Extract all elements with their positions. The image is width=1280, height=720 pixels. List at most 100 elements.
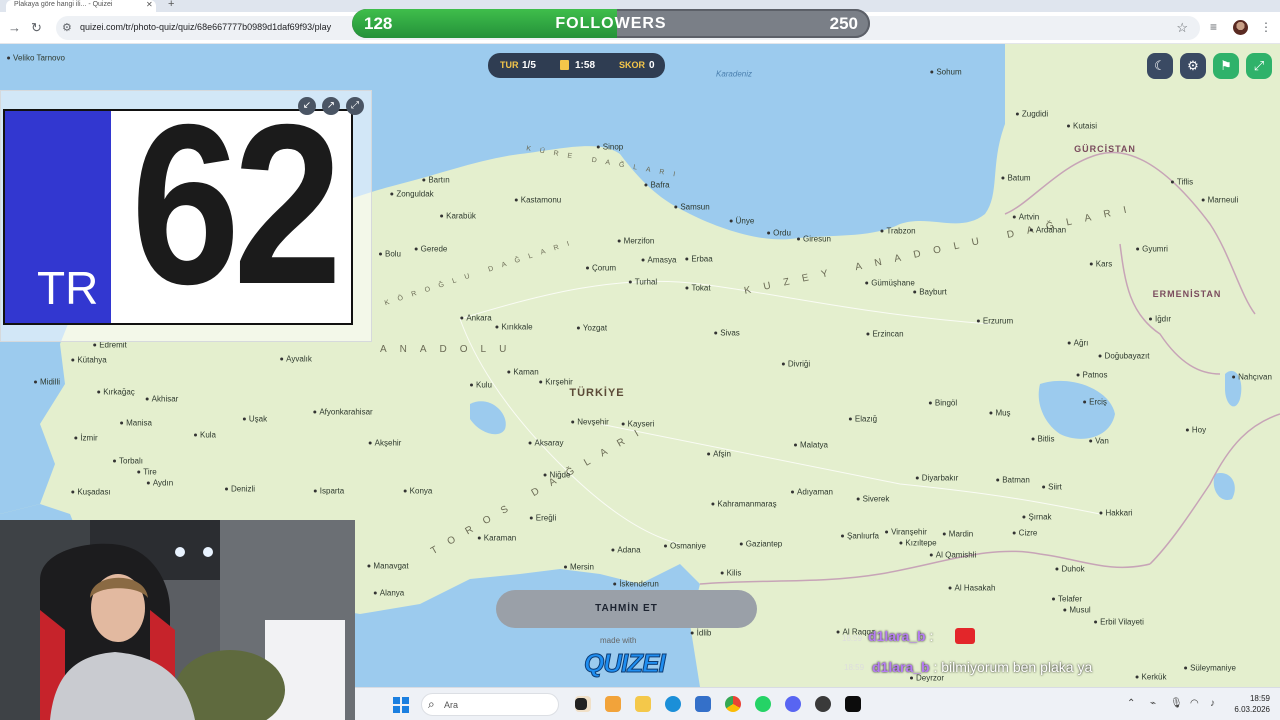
maximize-icon[interactable]: ⤢ xyxy=(346,97,364,115)
menu-kebab-icon[interactable]: ⋮ xyxy=(1260,20,1272,34)
city-label: İzmir xyxy=(74,434,97,443)
city-label: Ankara xyxy=(460,314,491,323)
city-label: Doğubayazıt xyxy=(1099,352,1150,361)
wifi-icon[interactable]: ◠ xyxy=(1190,698,1199,709)
city-label: Konya xyxy=(404,487,433,496)
city-label: Divriği xyxy=(782,360,810,369)
city-label: Akşehir xyxy=(369,439,402,448)
city-label: Artvin xyxy=(1013,213,1039,222)
chat-emote xyxy=(955,628,975,644)
site-info-icon[interactable]: ⚙ xyxy=(62,21,72,34)
city-label: Nahçıvan xyxy=(1232,373,1272,382)
tab-title: Plakaya göre hangi ili... - Quizei xyxy=(14,1,113,8)
city-label: Al Qamishli xyxy=(930,551,976,560)
city-label: Şırnak xyxy=(1022,513,1051,522)
network-icon[interactable]: ⌁ xyxy=(1150,698,1156,709)
city-label: Bingöl xyxy=(929,399,957,408)
store-icon[interactable] xyxy=(695,696,711,712)
chrome-icon[interactable] xyxy=(725,696,741,712)
city-label: Bafra xyxy=(644,181,669,190)
webcam-overlay xyxy=(0,520,355,720)
city-label: Niğde xyxy=(544,471,571,480)
city-label: Akhisar xyxy=(146,395,179,404)
quizei-logo[interactable]: QUIZEI xyxy=(584,648,667,679)
bookmark-star-icon[interactable]: ☆ xyxy=(1176,20,1188,36)
city-label: Musul xyxy=(1063,606,1090,615)
copilot-icon[interactable] xyxy=(605,696,621,712)
terminal-icon[interactable] xyxy=(845,696,861,712)
city-label: Adana xyxy=(611,546,640,555)
chat-message: d1lara_b : bilmiyorum ben plaka ya xyxy=(872,659,1092,675)
city-label: Alanya xyxy=(374,589,404,598)
round-label: TUR xyxy=(500,60,519,70)
city-label: Kırkağaç xyxy=(97,388,135,397)
city-label: Zugdidi xyxy=(1016,110,1048,119)
chat-text: bilmiyorum ben plaka ya xyxy=(941,659,1093,675)
city-label: Malatya xyxy=(794,441,828,450)
city-label: Sinop xyxy=(597,143,623,152)
city-label: Şanlıurfa xyxy=(841,532,879,541)
city-label: Siverek xyxy=(857,495,890,504)
chat-message: d1lara_b : xyxy=(868,628,933,644)
city-label: Yozgat xyxy=(577,324,607,333)
volume-icon[interactable]: ♪ xyxy=(1210,698,1215,709)
city-label: Van xyxy=(1089,437,1109,446)
city-label: Tiflis xyxy=(1171,178,1193,187)
tray-chevron-icon[interactable]: ⌃ xyxy=(1127,698,1135,709)
follower-goal: 250 xyxy=(829,14,858,33)
shrink-icon[interactable]: ↙ xyxy=(298,97,316,115)
expand-icon[interactable]: ↗ xyxy=(322,97,340,115)
reload-icon[interactable]: ↻ xyxy=(31,20,42,36)
city-label: Kaman xyxy=(507,368,538,377)
new-tab-icon[interactable]: + xyxy=(168,0,174,10)
city-label: Kastamonu xyxy=(515,196,561,205)
city-label: Manavgat xyxy=(367,562,408,571)
round-value: 1/5 xyxy=(522,60,536,71)
city-label: Batman xyxy=(996,476,1030,485)
quiz-photo-panel[interactable]: TR 62 ↙ ↗ ⤢ xyxy=(0,90,372,342)
close-icon[interactable]: ✕ xyxy=(146,0,153,9)
microphone-icon[interactable]: 🎙 xyxy=(1170,698,1183,709)
task-view-icon[interactable] xyxy=(575,698,587,710)
city-label: Ağrı xyxy=(1068,339,1089,348)
file-explorer-icon[interactable] xyxy=(635,696,651,712)
quiz-hud: TUR 1/5 1:58 SKOR 0 xyxy=(488,53,665,78)
city-label: Kulu xyxy=(470,381,492,390)
city-label: Kırşehir xyxy=(539,378,573,387)
city-label: Bitlis xyxy=(1032,435,1055,444)
taskbar-clock[interactable]: 18:59 6.03.2026 xyxy=(1234,693,1270,715)
country-label-armenia: ERMENİSTAN xyxy=(1152,289,1222,299)
media-control-icon[interactable]: ≡ xyxy=(1210,20,1217,34)
city-label: Hakkari xyxy=(1099,509,1132,518)
chat-time: 18:59 xyxy=(844,663,865,672)
city-label: Torbalı xyxy=(113,457,143,466)
obs-icon[interactable] xyxy=(815,696,831,712)
taskbar-search[interactable]: ⌕ Ara xyxy=(421,693,559,716)
city-label: Giresun xyxy=(797,235,831,244)
edge-icon[interactable] xyxy=(665,696,681,712)
fullscreen-icon[interactable]: ⤢ xyxy=(1246,53,1272,79)
whatsapp-icon[interactable] xyxy=(755,696,771,712)
city-label: Karaman xyxy=(478,534,516,543)
city-label: Viranşehir xyxy=(885,528,927,537)
windows-start-icon[interactable] xyxy=(393,697,409,713)
settings-icon[interactable]: ⚙ xyxy=(1180,53,1206,79)
city-label: Iğdır xyxy=(1149,315,1171,324)
city-label: Nevşehir xyxy=(571,418,609,427)
guess-button[interactable]: TAHMİN ET xyxy=(496,590,757,628)
tab-quizei[interactable]: Plakaya göre hangi ili... - Quizei xyxy=(6,0,156,12)
city-label: Afyonkarahisar xyxy=(313,408,372,417)
city-label: Kütahya xyxy=(71,356,106,365)
city-label: Erzincan xyxy=(866,330,903,339)
follower-label: FOLLOWERS xyxy=(555,15,667,32)
city-label: Erzurum xyxy=(977,317,1013,326)
country-label-georgia: GÜRCİSTAN xyxy=(1074,144,1136,154)
city-label: Karabük xyxy=(440,212,476,221)
forward-icon[interactable]: → xyxy=(8,20,21,35)
city-label: Ardahan xyxy=(1030,226,1066,235)
city-label: Çorum xyxy=(586,264,616,273)
profile-avatar[interactable] xyxy=(1233,20,1248,35)
discord-icon[interactable] xyxy=(785,696,801,712)
flag-icon[interactable]: ⚑ xyxy=(1213,53,1239,79)
dark-mode-icon[interactable]: ☾ xyxy=(1147,53,1173,79)
